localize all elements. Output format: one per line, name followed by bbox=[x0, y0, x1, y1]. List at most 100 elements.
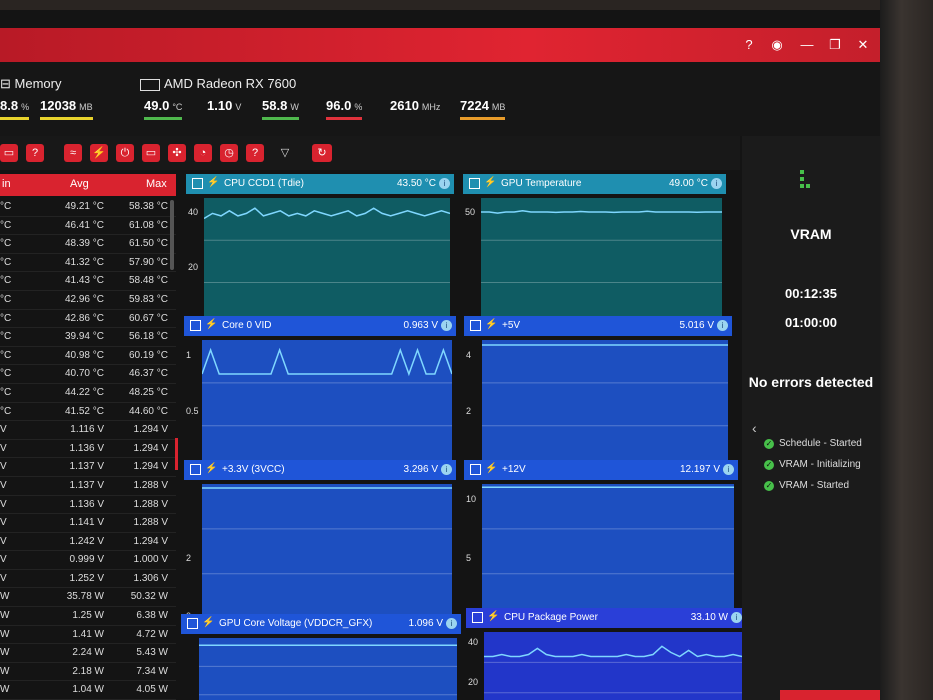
info-icon[interactable]: i bbox=[439, 178, 450, 189]
status-line: ✓ VRAM - Initializing bbox=[764, 459, 861, 470]
table-row[interactable]: °C 41.43 °C 58.48 °C bbox=[0, 272, 176, 291]
close-button[interactable]: ✕ bbox=[854, 36, 872, 54]
gpu-temp: 49.0 °C bbox=[144, 98, 183, 120]
info-icon[interactable]: i bbox=[441, 464, 452, 475]
table-row[interactable]: V 0.999 V 1.000 V bbox=[0, 551, 176, 570]
table-row[interactable]: V 1.252 V 1.306 V bbox=[0, 570, 176, 589]
select-box-icon[interactable] bbox=[187, 618, 198, 629]
avg-cell: 44.22 °C bbox=[64, 386, 104, 398]
min-cell: W bbox=[0, 665, 10, 677]
power-filter-icon[interactable]: ⏻ bbox=[116, 144, 134, 162]
min-cell: °C bbox=[0, 331, 12, 343]
table-row[interactable]: V 1.136 V 1.294 V bbox=[0, 440, 176, 459]
select-box-icon[interactable] bbox=[470, 464, 481, 475]
min-cell: °C bbox=[0, 349, 12, 361]
table-row[interactable]: W 1.25 W 6.38 W bbox=[0, 607, 176, 626]
min-cell: °C bbox=[0, 201, 12, 212]
graph-panel-header[interactable]: ⚡ Core 0 VID 0.963 Vi bbox=[184, 316, 456, 336]
info-icon[interactable]: i bbox=[441, 320, 452, 331]
info-icon[interactable]: i bbox=[723, 464, 734, 475]
test-duration: 01:00:00 bbox=[784, 315, 838, 330]
voltage-filter-icon[interactable]: ⚡ bbox=[90, 144, 108, 162]
misc-filter-icon[interactable]: ? bbox=[246, 144, 264, 162]
info-icon[interactable]: i bbox=[446, 618, 457, 629]
help-icon[interactable]: ? bbox=[740, 36, 758, 54]
funnel-icon[interactable]: ▽ bbox=[276, 144, 294, 162]
graph-panel-header[interactable]: ⚡ +5V 5.016 Vi bbox=[464, 316, 732, 336]
graph-panel-header[interactable]: ⚡ CPU Package Power 33.10 Wi bbox=[466, 608, 746, 628]
table-row[interactable]: °C 49.21 °C 58.38 °C bbox=[0, 198, 176, 217]
reset-icon[interactable]: ↻ bbox=[312, 144, 332, 162]
graph-panel-header[interactable]: ⚡ GPU Core Voltage (VDDCR_GFX) 1.096 Vi bbox=[181, 614, 461, 634]
temperature-filter-icon[interactable]: ≈ bbox=[64, 144, 82, 162]
table-scrollbar[interactable] bbox=[170, 200, 174, 270]
maximize-button[interactable]: ❐ bbox=[826, 36, 844, 54]
graph-panel-header[interactable]: ⚡ +3.3V (3VCC) 3.296 Vi bbox=[184, 460, 456, 480]
table-row[interactable]: V 1.136 V 1.288 V bbox=[0, 496, 176, 515]
graph-panel[interactable]: ⚡ GPU Core Voltage (VDDCR_GFX) 1.096 Vi bbox=[181, 614, 461, 700]
table-row[interactable]: °C 42.96 °C 59.83 °C bbox=[0, 291, 176, 310]
collapse-chevron-icon[interactable]: ‹ bbox=[752, 420, 757, 436]
help-filter-icon[interactable]: ? bbox=[26, 144, 44, 162]
table-row[interactable]: °C 39.94 °C 56.18 °C bbox=[0, 328, 176, 347]
graph-panel[interactable]: ⚡ CPU Package Power 33.10 Wi 40 20 bbox=[466, 608, 746, 700]
table-row[interactable]: °C 46.41 °C 61.08 °C bbox=[0, 217, 176, 236]
check-icon: ✓ bbox=[764, 481, 774, 491]
avg-cell: 1.137 V bbox=[69, 461, 104, 473]
graph-panel[interactable]: ⚡+3.3V (3VCC)3.296 Vi20 bbox=[184, 460, 456, 621]
timing-filter-icon[interactable]: ◷ bbox=[220, 144, 238, 162]
select-box-icon[interactable] bbox=[190, 464, 201, 475]
y-tick-label: 40 bbox=[468, 637, 479, 648]
status-line: ✓ VRAM - Started bbox=[764, 480, 850, 491]
table-row[interactable]: °C 40.70 °C 46.37 °C bbox=[0, 365, 176, 384]
fan-filter-icon[interactable]: ✣ bbox=[168, 144, 186, 162]
max-cell: 1.306 V bbox=[133, 572, 168, 584]
graph-panel-header[interactable]: ⚡ CPU CCD1 (Tdie) 43.50 °C i bbox=[186, 174, 454, 194]
loading-dots-icon bbox=[800, 170, 814, 192]
table-row[interactable]: °C 48.39 °C 61.50 °C bbox=[0, 235, 176, 254]
graph-panel[interactable]: ⚡+5V5.016 Vi420 bbox=[464, 316, 732, 471]
minimize-button[interactable]: — bbox=[798, 36, 816, 54]
table-row[interactable]: V 1.242 V 1.294 V bbox=[0, 533, 176, 552]
min-cell: °C bbox=[0, 368, 12, 380]
min-cell: V bbox=[0, 535, 7, 547]
table-row[interactable]: W 1.41 W 4.72 W bbox=[0, 626, 176, 645]
table-row[interactable]: V 1.137 V 1.294 V bbox=[0, 458, 176, 477]
select-box-icon[interactable] bbox=[472, 612, 483, 623]
min-cell: V bbox=[0, 554, 7, 566]
select-box-icon[interactable] bbox=[190, 320, 201, 331]
table-row[interactable]: V 1.141 V 1.288 V bbox=[0, 514, 176, 533]
max-cell: 44.60 °C bbox=[128, 405, 168, 417]
plot-background bbox=[484, 632, 742, 700]
graph-panel-header[interactable]: ⚡ +12V 12.197 Vi bbox=[464, 460, 738, 480]
graph-panel[interactable]: ⚡Core 0 VID0.963 Vi10.50 bbox=[184, 316, 456, 471]
graph-panel[interactable]: ⚡ GPU Temperature 49.00 °C i 50 bbox=[463, 174, 726, 326]
table-row[interactable]: W 2.18 W 7.34 W bbox=[0, 663, 176, 682]
avg-cell: 1.41 W bbox=[72, 628, 104, 640]
select-box-icon[interactable] bbox=[469, 178, 480, 189]
usage-filter-icon[interactable]: ◔ bbox=[194, 144, 212, 162]
graph-panel[interactable]: ⚡+12V12.197 Vi1050 bbox=[464, 460, 738, 621]
clock-filter-icon[interactable]: ▭ bbox=[142, 144, 160, 162]
sensor-table-header: in Avg Max bbox=[0, 174, 176, 196]
table-row[interactable]: V 1.137 V 1.288 V bbox=[0, 477, 176, 496]
max-cell: 61.50 °C bbox=[128, 238, 168, 250]
table-row[interactable]: °C 42.86 °C 60.67 °C bbox=[0, 310, 176, 329]
graph-panel[interactable]: ⚡CPU CCD1 (Tdie)43.50 °Ci40200 bbox=[186, 174, 454, 327]
table-row[interactable]: V 1.116 V 1.294 V bbox=[0, 421, 176, 440]
camera-icon[interactable]: ◉ bbox=[768, 36, 786, 54]
table-row[interactable]: °C 40.98 °C 60.19 °C bbox=[0, 347, 176, 366]
table-row[interactable]: °C 41.32 °C 57.90 °C bbox=[0, 254, 176, 273]
table-row[interactable]: W 1.04 W 4.05 W bbox=[0, 681, 176, 700]
graph-panel-header[interactable]: ⚡ GPU Temperature 49.00 °C i bbox=[463, 174, 726, 194]
select-box-icon[interactable] bbox=[192, 178, 203, 189]
info-icon[interactable]: i bbox=[731, 612, 742, 623]
table-row[interactable]: W 2.24 W 5.43 W bbox=[0, 644, 176, 663]
table-row[interactable]: °C 41.52 °C 44.60 °C bbox=[0, 403, 176, 422]
info-icon[interactable]: i bbox=[717, 320, 728, 331]
select-box-icon[interactable] bbox=[470, 320, 481, 331]
table-row[interactable]: W 35.78 W 50.32 W bbox=[0, 588, 176, 608]
table-row[interactable]: °C 44.22 °C 48.25 °C bbox=[0, 384, 176, 403]
info-icon[interactable]: i bbox=[711, 178, 722, 189]
memory-filter-icon[interactable]: ▭ bbox=[0, 144, 18, 162]
